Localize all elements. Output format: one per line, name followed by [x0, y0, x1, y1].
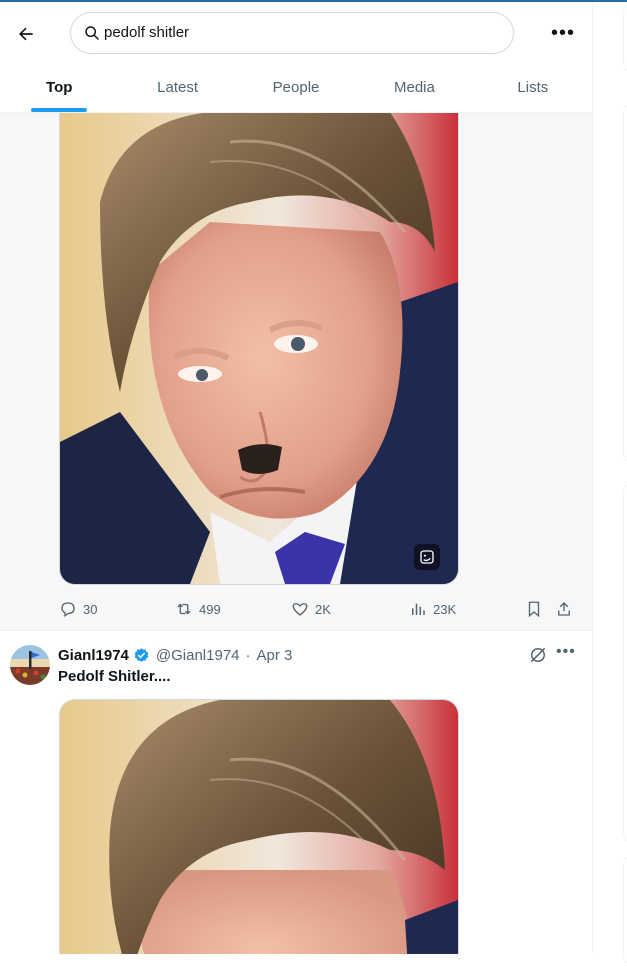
tab-label: Media [393, 78, 435, 96]
tab-latest[interactable]: Latest [118, 62, 236, 112]
search-header: pedolf shitler ••• Top Latest People Med… [0, 2, 592, 113]
tab-media[interactable]: Media [355, 62, 473, 112]
tab-people[interactable]: People [237, 62, 355, 112]
views-count: 23K [433, 601, 457, 617]
back-arrow-icon [19, 27, 33, 41]
share-icon [558, 602, 570, 616]
views-icon [412, 603, 425, 615]
tab-label: Lists [517, 78, 549, 96]
search-tabs: Top Latest People Media Lists [0, 62, 592, 112]
search-input[interactable]: pedolf shitler [104, 24, 189, 41]
sidebar-card [623, 2, 627, 74]
verified-badge-icon [134, 647, 149, 662]
views-button[interactable]: 23K [409, 598, 456, 620]
meta-separator: · [245, 646, 251, 664]
search-box[interactable]: pedolf shitler [70, 12, 514, 54]
sidebar-card [623, 482, 627, 844]
reply-icon [61, 602, 75, 618]
bookmark-button[interactable] [525, 598, 543, 620]
tweet-card[interactable]: Gianl1974 @Gianl1974 · Apr 3 ••• Pedolf … [0, 631, 592, 954]
media-badge[interactable] [414, 544, 440, 570]
main-column: pedolf shitler ••• Top Latest People Med… [0, 2, 592, 954]
tweet-date[interactable]: Apr 3 [257, 647, 293, 664]
tab-label: People [272, 78, 320, 96]
repost-icon [177, 603, 191, 615]
bookmark-icon [528, 601, 540, 618]
tab-label: Latest [157, 78, 199, 96]
avatar-image [10, 645, 50, 685]
sticker-edit-icon [420, 550, 434, 564]
back-button[interactable] [8, 16, 44, 52]
tab-top[interactable]: Top [0, 62, 118, 112]
like-count: 2K [315, 601, 331, 617]
heart-icon [292, 603, 308, 616]
tab-lists[interactable]: Lists [474, 62, 592, 112]
portrait-photo [60, 700, 458, 954]
portrait-photo [60, 112, 458, 584]
sidebar-card [623, 102, 627, 464]
tweet-card[interactable]: 30 499 2K 23K [0, 112, 592, 630]
grok-icon [530, 647, 546, 663]
display-name[interactable]: Gianl1974 [58, 647, 129, 664]
tab-label: Top [46, 78, 73, 96]
grok-button[interactable] [528, 645, 548, 670]
tweet-more-button[interactable]: ••• [556, 643, 576, 661]
user-handle[interactable]: @Gianl1974 [156, 647, 240, 664]
tweet-author-row: Gianl1974 @Gianl1974 · Apr 3 [58, 645, 292, 665]
repost-button[interactable]: 499 [175, 598, 221, 620]
reply-count: 30 [83, 601, 98, 617]
share-button[interactable] [555, 598, 573, 620]
more-options-button[interactable]: ••• [546, 16, 580, 50]
reply-button[interactable]: 30 [59, 598, 97, 620]
active-tab-indicator [31, 108, 88, 112]
like-button[interactable]: 2K [291, 598, 331, 620]
tweet-actions: 30 499 2K 23K [59, 598, 577, 620]
tweet-text: Pedolf Shitler.... [58, 668, 171, 685]
tweet-image[interactable] [59, 699, 459, 954]
tweet-image[interactable] [59, 112, 459, 585]
right-sidebar [593, 2, 627, 966]
search-icon [85, 26, 99, 40]
sidebar-card [623, 854, 627, 966]
repost-count: 499 [199, 601, 221, 617]
avatar[interactable] [10, 645, 50, 685]
